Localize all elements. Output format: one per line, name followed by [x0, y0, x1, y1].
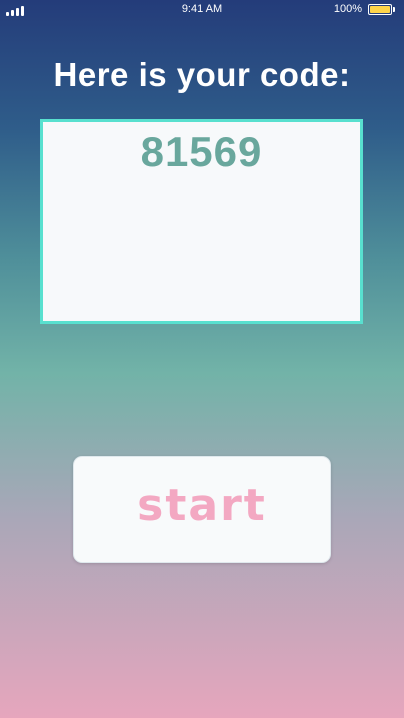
- battery-percent: 100%: [333, 3, 362, 15]
- start-button-label: start: [137, 480, 267, 531]
- battery-fill: [370, 6, 390, 13]
- battery-cap: [393, 7, 395, 12]
- status-bar: 9:41 AM 100%: [0, 0, 404, 20]
- start-button[interactable]: start: [73, 456, 331, 563]
- code-display-box: 81569: [40, 119, 363, 324]
- code-screen: 9:41 AM 100% Here is your code: 81569 st…: [0, 0, 404, 718]
- battery-icon: [368, 4, 392, 15]
- page-title: Here is your code:: [53, 56, 351, 93]
- code-value: 81569: [140, 128, 263, 175]
